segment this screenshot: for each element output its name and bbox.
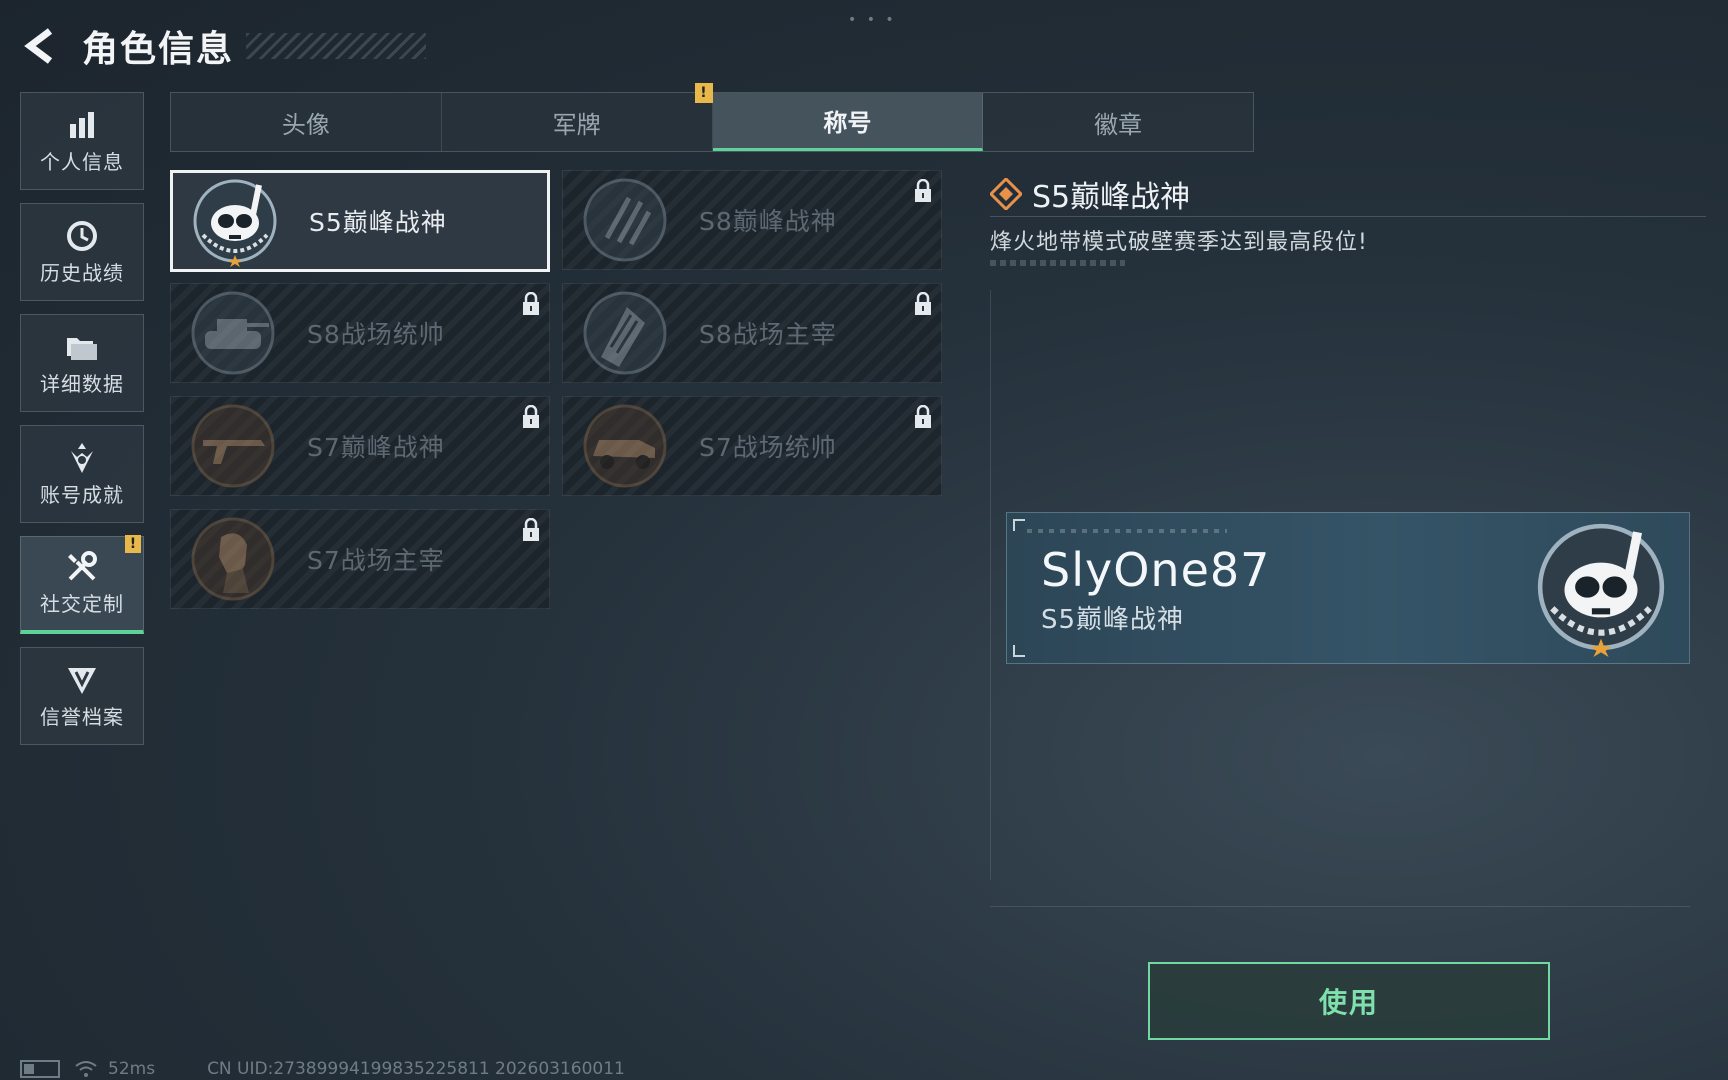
status-bar: 52ms CN UID:2738999419983522581‌1 202603… — [20, 1058, 625, 1080]
title-label: S8巅峰战神 — [699, 207, 837, 236]
sidebar-item-achievements[interactable]: 账号成就 — [20, 425, 144, 523]
soldier-emblem — [191, 517, 275, 601]
lock-icon — [523, 292, 539, 315]
title-card[interactable]: S8战场主宰 — [562, 283, 942, 383]
player-title: S5巅峰战神 — [1041, 605, 1185, 635]
shield-emblem-icon — [66, 663, 98, 697]
title-label: S8战场主宰 — [699, 320, 837, 349]
title-decoration — [246, 33, 427, 59]
building-emblem — [583, 291, 667, 375]
title-label: S5巅峰战神 — [309, 208, 447, 237]
title-label: S8战场统帅 — [307, 320, 445, 349]
sidebar-item-label: 账号成就 — [40, 482, 124, 507]
tab-label: 徽章 — [1094, 110, 1143, 139]
tab-label: 称号 — [823, 109, 872, 137]
vehicle-emblem — [583, 404, 667, 488]
lock-icon — [915, 405, 931, 428]
sidebar-item-label: 社交定制 — [40, 592, 124, 616]
title-card[interactable]: S5巅峰战神 — [170, 170, 550, 272]
title-card[interactable]: S7战场主宰 — [170, 509, 550, 609]
tab-dog-tag[interactable]: 军牌 — [442, 93, 713, 151]
tab-badge[interactable]: 徽章 — [983, 93, 1253, 151]
back-arrow-icon[interactable] — [20, 26, 60, 66]
player-name: SlyOne87 — [1041, 543, 1271, 597]
diver-mask-emblem — [1537, 523, 1665, 657]
clock-history-icon — [66, 219, 98, 253]
sidebar-item-detailed-data[interactable]: 详细数据 — [20, 314, 144, 412]
tab-avatar[interactable]: 头像 — [171, 93, 442, 151]
uid-readout: CN UID:2738999419983522581‌1 20260316001… — [207, 1059, 625, 1079]
header: 角色信息 — [20, 18, 427, 74]
title-card[interactable]: S7巅峰战神 — [170, 396, 550, 496]
top-dots: • • • — [848, 12, 897, 28]
title-card[interactable]: S8战场统帅 — [170, 283, 550, 383]
corner-bracket — [1013, 519, 1025, 531]
hud-divider — [990, 906, 1690, 907]
tab-label: 头像 — [281, 110, 330, 139]
detail-description: 烽火地带模式破壁赛季达到最高段位! — [990, 230, 1368, 255]
rifle-emblem — [191, 404, 275, 488]
sidebar-item-history[interactable]: 历史战绩 — [20, 203, 144, 301]
sidebar-item-label: 信誉档案 — [40, 704, 124, 729]
corner-bracket — [1013, 645, 1025, 657]
lock-icon — [915, 179, 931, 202]
page-title: 角色信息 — [82, 29, 235, 70]
lock-icon — [523, 405, 539, 428]
lock-icon — [915, 292, 931, 315]
use-button-label: 使用 — [1318, 986, 1379, 1019]
title-label: S7战场主宰 — [307, 546, 445, 575]
latency-readout: 52ms — [108, 1059, 156, 1079]
tools-icon — [65, 550, 99, 584]
category-tabs: 头像 军牌 ! 称号 徽章 — [170, 83, 1254, 152]
sidebar-item-reputation[interactable]: 信誉档案 — [20, 647, 144, 745]
detail-title: S5巅峰战神 — [1032, 180, 1191, 215]
detail-divider — [990, 216, 1706, 217]
detail-decoration — [990, 260, 1125, 266]
nameplate-preview: SlyOne87 S5巅峰战神 — [1006, 512, 1690, 664]
slash-emblem — [583, 178, 667, 262]
wifi-icon — [75, 1061, 97, 1077]
diamond-icon — [990, 178, 1022, 210]
folder-icon — [65, 330, 99, 364]
tank-emblem — [191, 291, 275, 375]
sidebar-item-label: 详细数据 — [40, 371, 124, 396]
use-button[interactable]: 使用 — [1148, 962, 1550, 1040]
bar-chart-icon — [67, 108, 97, 142]
title-label: S7战场统帅 — [699, 433, 837, 462]
detail-header: S5巅峰战神 — [990, 172, 1190, 216]
sidebar-item-label: 个人信息 — [40, 149, 124, 174]
sidebar-item-label: 历史战绩 — [40, 260, 124, 285]
tab-label: 军牌 — [552, 110, 601, 139]
sidebar-item-social-custom[interactable]: ! 社交定制 — [20, 535, 144, 634]
title-label: S7巅峰战神 — [307, 433, 445, 462]
sidebar: 个人信息 历史战绩 详细数据 账号成就 ! 社交定制 信誉档案 — [20, 92, 144, 758]
medal-icon — [67, 441, 97, 475]
title-card[interactable]: S8巅峰战神 — [562, 170, 942, 270]
battery-icon — [20, 1060, 60, 1078]
tab-title[interactable]: ! 称号 — [694, 83, 984, 151]
alert-badge: ! — [694, 83, 713, 103]
sidebar-item-personal-info[interactable]: 个人信息 — [20, 92, 144, 190]
lock-icon — [523, 518, 539, 541]
preview-decoration — [1027, 529, 1227, 533]
alert-badge: ! — [125, 535, 141, 553]
hud-frame-line — [990, 290, 991, 880]
title-card[interactable]: S7战场统帅 — [562, 396, 942, 496]
diver-mask-emblem — [193, 179, 277, 267]
